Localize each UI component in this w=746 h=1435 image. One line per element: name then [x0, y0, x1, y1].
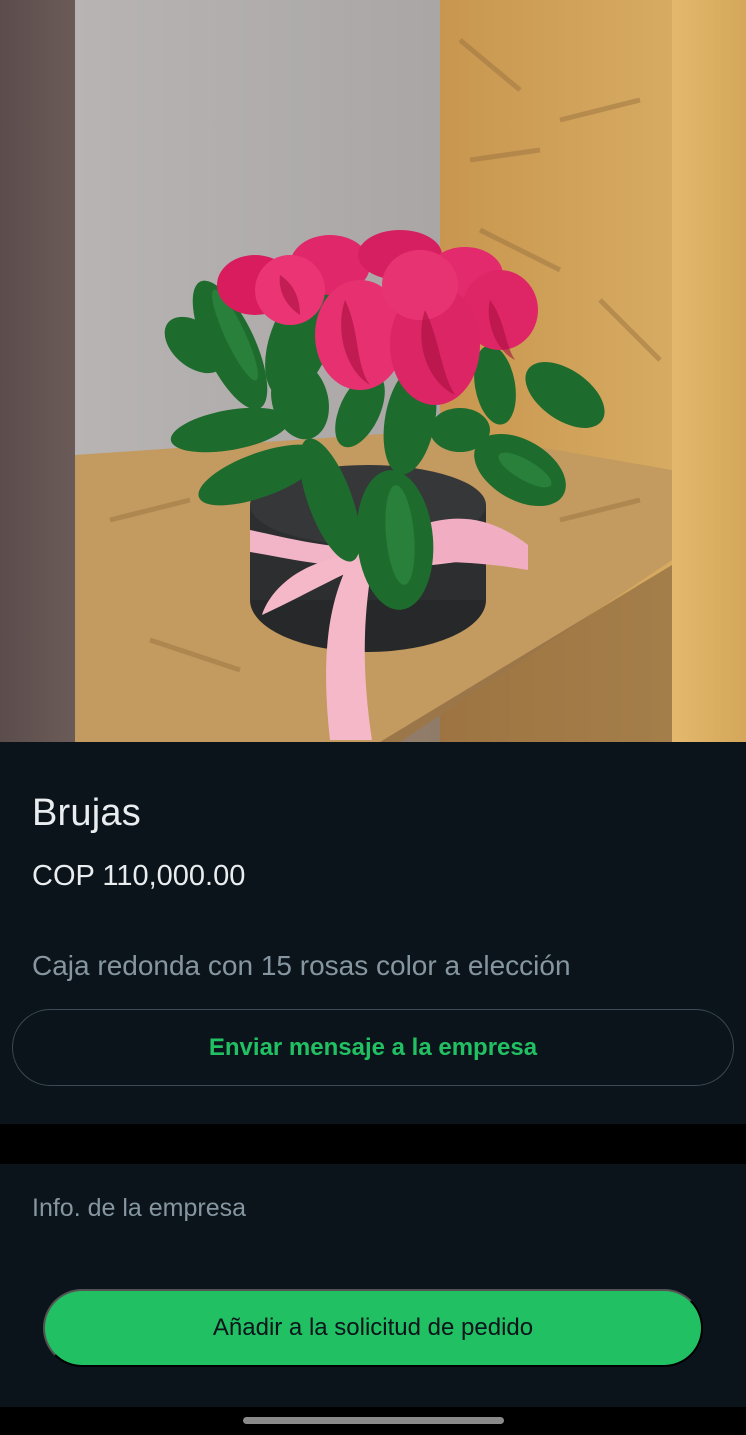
product-price: COP 110,000.00: [32, 860, 246, 892]
product-info-section: Brujas COP 110,000.00 Caja redonda con 1…: [0, 742, 746, 1124]
section-divider: [0, 1124, 746, 1164]
home-indicator[interactable]: [243, 1417, 504, 1424]
product-photo-roses-box: [75, 38, 672, 742]
message-business-button[interactable]: Enviar mensaje a la empresa: [12, 1009, 734, 1086]
product-detail-screen: Brujas COP 110,000.00 Caja redonda con 1…: [0, 0, 746, 1435]
company-info-section: Info. de la empresa Añadir a la solicitu…: [0, 1164, 746, 1407]
company-info-link[interactable]: Info. de la empresa: [32, 1194, 246, 1223]
product-description: Caja redonda con 15 rosas color a elecci…: [32, 950, 571, 981]
add-to-order-button[interactable]: Añadir a la solicitud de pedido: [43, 1289, 703, 1367]
product-name: Brujas: [32, 792, 141, 834]
product-image[interactable]: [0, 0, 746, 742]
system-nav-bar: [0, 1407, 746, 1435]
